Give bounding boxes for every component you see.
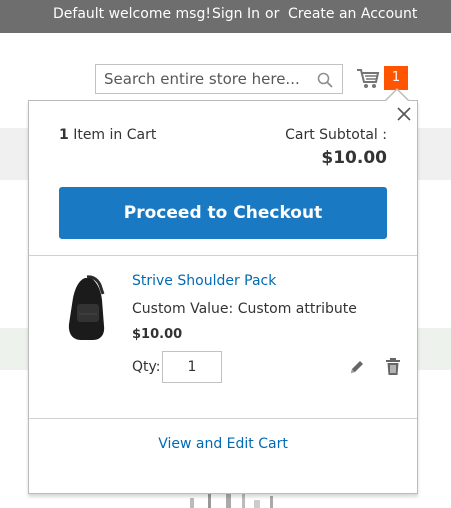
product-image[interactable] xyxy=(57,274,119,346)
subtotal-value: $10.00 xyxy=(321,148,387,168)
or-text: or xyxy=(265,6,280,22)
search-box xyxy=(95,64,343,94)
items-count: 1 Item in Cart xyxy=(59,127,156,143)
cart-icon[interactable] xyxy=(356,67,380,89)
product-option: Custom Value: Custom attribute xyxy=(132,301,357,317)
welcome-message: Default welcome msg! xyxy=(53,6,211,22)
proceed-to-checkout-button[interactable]: Proceed to Checkout xyxy=(59,187,387,239)
edit-icon[interactable] xyxy=(349,359,365,375)
close-icon[interactable] xyxy=(395,105,413,123)
divider xyxy=(29,418,417,419)
create-account-link[interactable]: Create an Account xyxy=(288,6,417,22)
product-price: $10.00 xyxy=(132,327,183,342)
search-input[interactable] xyxy=(104,68,309,90)
top-bar: Default welcome msg! Sign In or Create a… xyxy=(0,0,451,33)
items-count-number: 1 xyxy=(59,127,69,143)
product-name-link[interactable]: Strive Shoulder Pack xyxy=(132,273,276,289)
cart-count-badge[interactable]: 1 xyxy=(384,66,408,90)
items-count-label: Item in Cart xyxy=(68,127,157,143)
search-icon[interactable] xyxy=(316,71,334,89)
qty-label: Qty: xyxy=(132,359,161,375)
subtotal-label: Cart Subtotal : xyxy=(285,127,387,143)
sign-in-link[interactable]: Sign In xyxy=(212,6,260,22)
divider xyxy=(29,255,417,256)
minicart-dropdown: 1 Item in Cart Cart Subtotal : $10.00 Pr… xyxy=(28,100,418,494)
dropdown-caret-fill xyxy=(386,90,408,101)
view-edit-cart-link[interactable]: View and Edit Cart xyxy=(29,436,417,452)
qty-input[interactable] xyxy=(162,351,222,383)
trash-icon[interactable] xyxy=(385,358,401,376)
